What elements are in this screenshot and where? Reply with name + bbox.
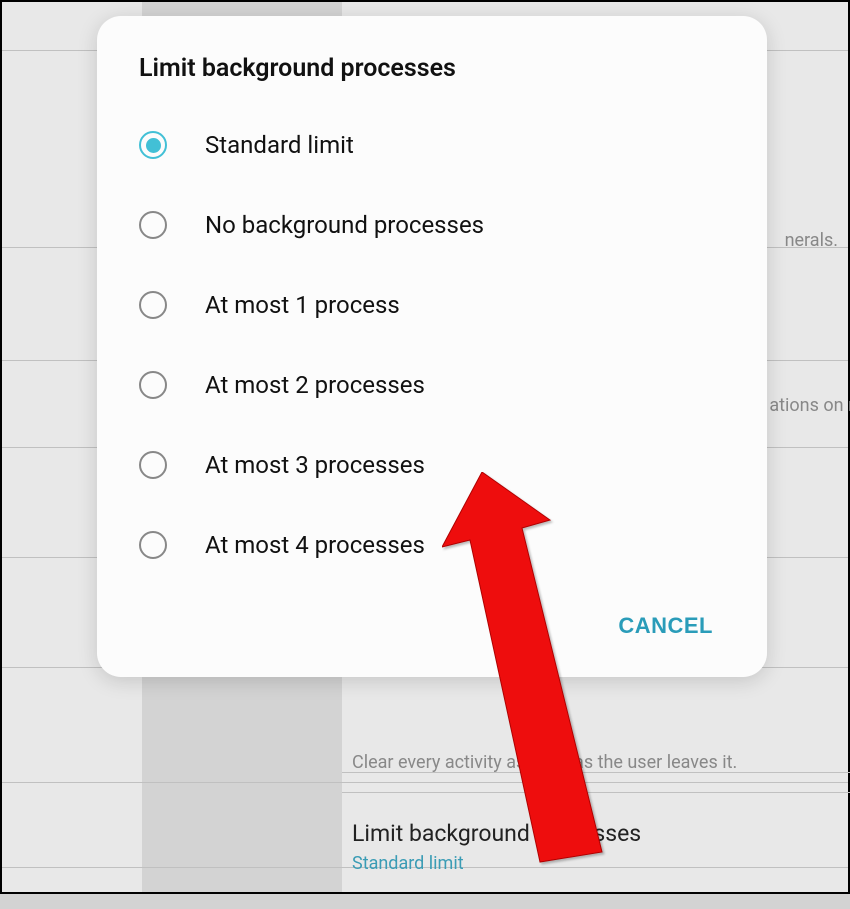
option-no-background[interactable]: No background processes	[97, 185, 767, 265]
option-list: Standard limit No background processes A…	[97, 105, 767, 585]
radio-icon	[139, 131, 167, 159]
bg-item: nerals.	[785, 230, 838, 251]
option-at-most-3[interactable]: At most 3 processes	[97, 425, 767, 505]
radio-icon	[139, 531, 167, 559]
option-label: Standard limit	[205, 131, 354, 159]
radio-icon	[139, 371, 167, 399]
bg-activity-desc: Clear every activity as soon as the user…	[352, 752, 828, 773]
option-label: At most 4 processes	[205, 531, 425, 559]
bg-item: ations on n	[769, 395, 850, 416]
cancel-button[interactable]: CANCEL	[606, 605, 725, 647]
option-at-most-4[interactable]: At most 4 processes	[97, 505, 767, 585]
bg-limit-value: Standard limit	[352, 853, 828, 874]
option-label: At most 1 process	[205, 291, 400, 319]
option-at-most-1[interactable]: At most 1 process	[97, 265, 767, 345]
radio-icon	[139, 211, 167, 239]
option-label: At most 2 processes	[205, 371, 425, 399]
limit-processes-dialog: Limit background processes Standard limi…	[97, 16, 767, 677]
option-label: No background processes	[205, 211, 484, 239]
radio-icon	[139, 451, 167, 479]
radio-icon	[139, 291, 167, 319]
option-label: At most 3 processes	[205, 451, 425, 479]
option-at-most-2[interactable]: At most 2 processes	[97, 345, 767, 425]
bg-limit-title: Limit background processes	[352, 820, 828, 847]
option-standard-limit[interactable]: Standard limit	[97, 105, 767, 185]
dialog-title: Limit background processes	[97, 54, 767, 105]
